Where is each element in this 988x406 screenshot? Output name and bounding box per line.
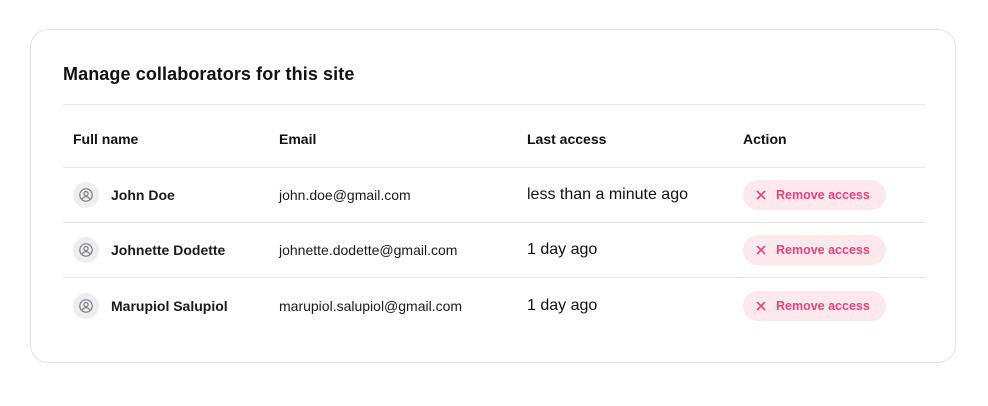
remove-access-label: Remove access	[776, 188, 870, 202]
remove-access-button[interactable]: Remove access	[743, 180, 886, 210]
table-header-row: Full name Email Last access Action	[63, 105, 925, 168]
remove-access-label: Remove access	[776, 298, 870, 313]
collaborator-email: john.doe@gmail.com	[279, 187, 411, 203]
table-row: Marupiol Salupiol marupiol.salupiol@gmai…	[63, 278, 925, 333]
last-access-cell: 1 day ago	[527, 278, 597, 333]
last-access-value: 1 day ago	[527, 296, 598, 314]
name-cell: Marupiol Salupiol	[73, 278, 228, 333]
collaborator-email: johnette.dodette@gmail.com	[279, 242, 458, 258]
collaborators-table: Full name Email Last access Action John …	[63, 105, 925, 333]
name-cell: John Doe	[73, 168, 175, 222]
email-cell: johnette.dodette@gmail.com	[279, 223, 457, 277]
action-cell: Remove access	[743, 223, 886, 277]
name-cell: Johnette Dodette	[73, 223, 225, 277]
last-access-cell: less than a minute ago	[527, 168, 688, 222]
last-access-value: less than a minute ago	[527, 186, 688, 203]
collaborator-name: Marupiol Salupiol	[111, 297, 228, 314]
close-icon	[756, 301, 766, 311]
action-cell: Remove access	[743, 278, 886, 333]
table-row: John Doe john.doe@gmail.com less than a …	[63, 168, 925, 223]
column-header-email: Email	[279, 131, 317, 147]
collaborator-name: John Doe	[111, 187, 175, 203]
remove-access-label: Remove access	[776, 243, 870, 257]
user-circle-icon	[73, 237, 99, 263]
remove-access-button[interactable]: Remove access	[743, 235, 886, 265]
action-cell: Remove access	[743, 168, 886, 222]
email-cell: john.doe@gmail.com	[279, 168, 411, 222]
remove-access-button[interactable]: Remove access	[743, 290, 886, 321]
table-row: Johnette Dodette johnette.dodette@gmail.…	[63, 223, 925, 278]
collaborators-card: Manage collaborators for this site Full …	[30, 29, 956, 363]
column-header-last-access: Last access	[527, 131, 607, 147]
close-icon	[756, 190, 766, 200]
column-header-action: Action	[743, 131, 787, 147]
page-title: Manage collaborators for this site	[63, 64, 355, 84]
collaborator-name: Johnette Dodette	[111, 242, 226, 258]
close-icon	[756, 245, 766, 255]
column-header-full-name: Full name	[73, 131, 139, 147]
email-cell: marupiol.salupiol@gmail.com	[279, 278, 462, 333]
collaborator-email: marupiol.salupiol@gmail.com	[279, 297, 463, 314]
user-circle-icon	[73, 182, 99, 208]
user-circle-icon	[73, 292, 99, 319]
last-access-value: 1 day ago	[527, 241, 598, 258]
last-access-cell: 1 day ago	[527, 223, 597, 277]
